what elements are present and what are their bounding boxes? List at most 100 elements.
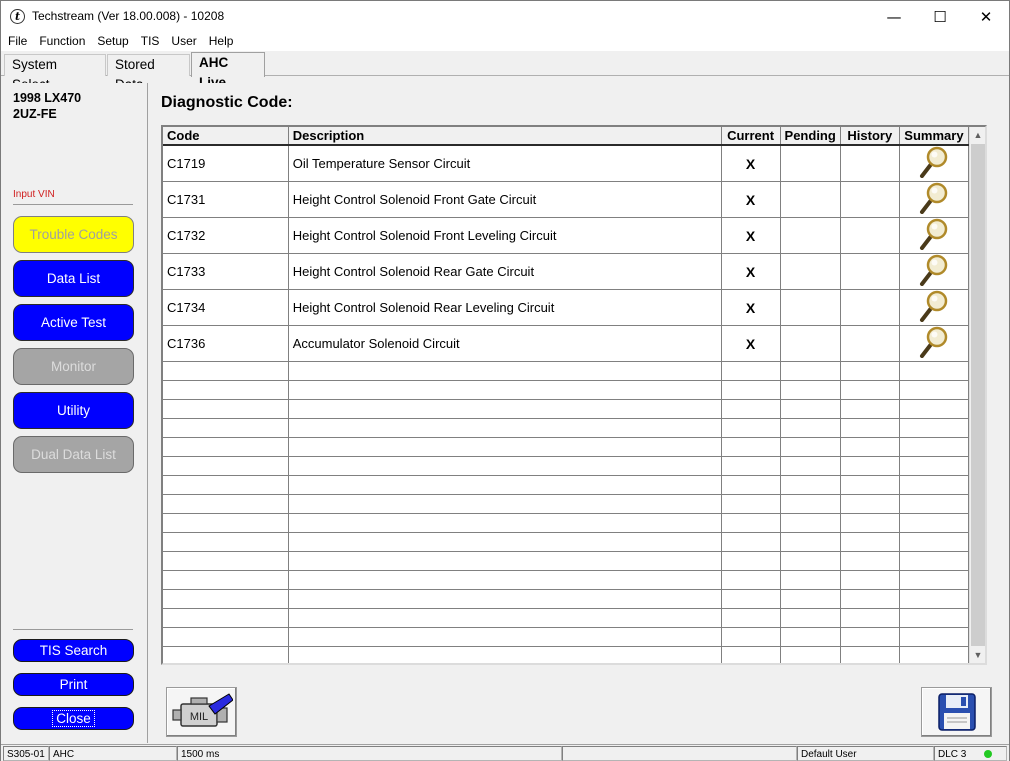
empty-cell [899,456,970,476]
print-button[interactable]: Print [13,673,134,696]
empty-cell [163,418,289,438]
empty-cell [721,418,781,438]
divider [13,204,133,205]
column-header-code[interactable]: Code [163,127,289,146]
magnifier-icon[interactable] [919,326,949,358]
scroll-up-icon[interactable]: ▲ [970,127,985,143]
empty-table-row [163,361,970,381]
empty-cell [780,627,841,647]
active-test-button[interactable]: Active Test [13,304,134,341]
empty-cell [899,608,970,628]
cell-pending [780,181,841,218]
cell-code: C1719 [163,145,289,182]
table-row[interactable]: C1719 Oil Temperature Sensor Circuit X [163,145,970,182]
table-row[interactable]: C1734 Height Control Solenoid Rear Leveli… [163,289,970,326]
empty-cell [163,589,289,609]
empty-cell [840,589,900,609]
utility-button[interactable]: Utility [13,392,134,429]
magnifier-icon[interactable] [919,182,949,214]
tab-stored-data[interactable]: Stored Data [107,54,190,92]
table-row[interactable]: C1732 Height Control Solenoid Front Level… [163,217,970,254]
engine-mil-button[interactable]: MIL [166,687,237,737]
status-empty [562,746,797,761]
menu-function[interactable]: Function [33,32,91,51]
tab-ahc-live[interactable]: AHC Live [191,52,265,90]
connection-status-led [984,750,992,758]
cell-summary[interactable] [899,217,970,254]
status-system-name: AHC [49,746,177,761]
vertical-scrollbar[interactable]: ▲ ▼ [969,127,985,663]
column-header-summary[interactable]: Summary [899,127,970,146]
input-vin-link[interactable]: Input VIN [13,189,55,200]
cell-current: X [721,145,781,182]
cell-summary[interactable] [899,181,970,218]
empty-cell [163,361,289,381]
column-header-pending[interactable]: Pending [780,127,841,146]
close-button[interactable]: Close [13,707,134,730]
empty-cell [899,532,970,552]
empty-cell [163,551,289,571]
tab-system-select[interactable]: System Select [4,54,106,92]
close-window-button[interactable]: ✕ [963,1,1009,32]
empty-cell [288,627,722,647]
empty-cell [780,456,841,476]
magnifier-icon[interactable] [919,146,949,178]
cell-summary[interactable] [899,289,970,326]
empty-table-row [163,551,970,571]
menu-user[interactable]: User [165,32,202,51]
menu-file[interactable]: File [1,32,33,51]
data-list-button[interactable]: Data List [13,260,134,297]
empty-cell [899,475,970,495]
empty-table-row [163,608,970,628]
empty-cell [840,399,900,419]
scroll-thumb[interactable] [971,144,985,646]
magnifier-icon[interactable] [919,254,949,286]
empty-cell [899,399,970,419]
table-row[interactable]: C1731 Height Control Solenoid Front Gate … [163,181,970,218]
column-header-current[interactable]: Current [721,127,781,146]
cell-summary[interactable] [899,325,970,362]
trouble-codes-button[interactable]: Trouble Codes [13,216,134,253]
table-row[interactable]: C1733 Height Control Solenoid Rear Gate C… [163,253,970,290]
empty-cell [780,570,841,590]
empty-table-row [163,627,970,647]
monitor-button[interactable]: Monitor [13,348,134,385]
empty-cell [163,627,289,647]
cell-pending [780,289,841,326]
empty-cell [840,437,900,457]
techstream-logo-icon: t [10,9,25,24]
cell-summary[interactable] [899,145,970,182]
column-header-description[interactable]: Description [288,127,722,146]
menu-setup[interactable]: Setup [91,32,134,51]
tis-search-button[interactable]: TIS Search [13,639,134,662]
menu-tis[interactable]: TIS [135,32,166,51]
scroll-down-icon[interactable]: ▼ [970,647,985,663]
column-header-history[interactable]: History [840,127,900,146]
empty-cell [780,513,841,533]
table-row[interactable]: C1736 Accumulator Solenoid Circuit X [163,325,970,362]
empty-cell [840,570,900,590]
cell-description: Height Control Solenoid Front Gate Circu… [288,181,722,218]
dual-data-list-button[interactable]: Dual Data List [13,436,134,473]
cell-summary[interactable] [899,253,970,290]
magnifier-icon[interactable] [919,218,949,250]
maximize-icon: ☐ [933,7,947,26]
minimize-button[interactable]: — [871,1,917,32]
magnifier-icon[interactable] [919,290,949,322]
cell-history [840,289,900,326]
empty-cell [840,627,900,647]
cell-pending [780,253,841,290]
save-button[interactable] [921,687,992,737]
menu-help[interactable]: Help [203,32,240,51]
cell-history [840,325,900,362]
cell-code: C1736 [163,325,289,362]
empty-cell [721,494,781,514]
empty-cell [721,570,781,590]
empty-cell [840,361,900,381]
empty-cell [288,570,722,590]
maximize-button[interactable]: ☐ [917,1,963,32]
cell-code: C1732 [163,217,289,254]
empty-cell [780,551,841,571]
cell-description: Accumulator Solenoid Circuit [288,325,722,362]
empty-cell [780,532,841,552]
